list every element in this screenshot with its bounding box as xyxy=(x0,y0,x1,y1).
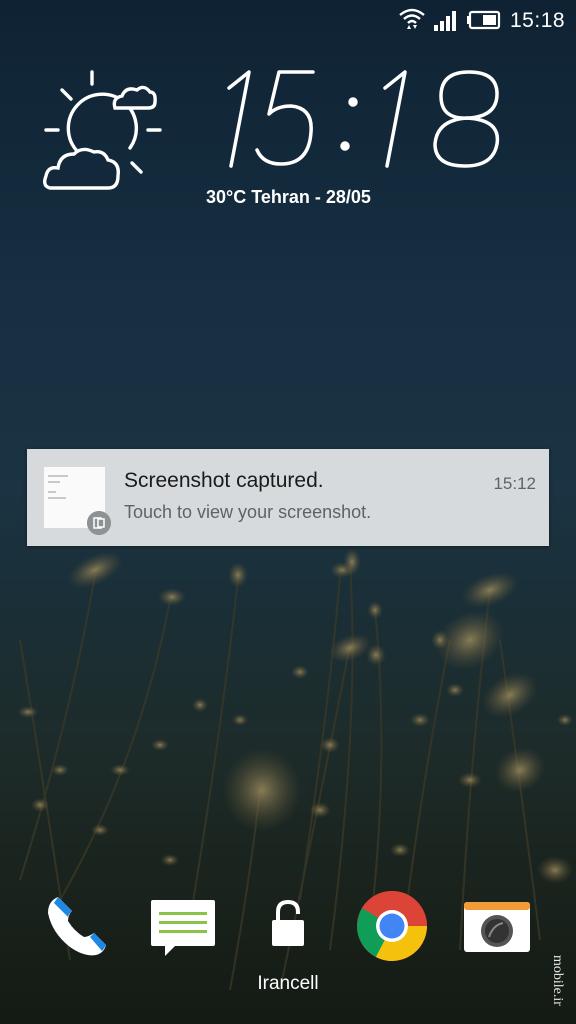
watermark: mobile.ir xyxy=(550,955,565,1006)
unlock-icon[interactable] xyxy=(270,900,306,950)
screenshot-notification[interactable]: Screenshot captured. Touch to view your … xyxy=(27,449,549,546)
notification-time: 15:12 xyxy=(493,474,536,493)
signal-icon xyxy=(434,11,456,31)
status-bar-time: 15:18 xyxy=(510,9,566,32)
screenshot-app-icon xyxy=(87,511,111,535)
camera-icon[interactable] xyxy=(463,901,531,953)
carrier-label: Irancell xyxy=(257,973,319,994)
battery-icon xyxy=(467,10,501,30)
partly-cloudy-icon xyxy=(42,70,162,190)
lock-clock xyxy=(227,70,500,168)
messages-icon[interactable] xyxy=(149,898,217,960)
notification-body: Touch to view your screenshot. xyxy=(124,502,372,522)
chrome-icon[interactable] xyxy=(356,890,428,962)
status-bar: 15:18 xyxy=(0,0,576,42)
notification-title: Screenshot captured. xyxy=(124,469,324,492)
weather-info: 30°C Tehran - 28/05 xyxy=(206,187,371,207)
wifi-icon xyxy=(399,8,425,29)
lock-screen: 15:18 30°C Tehran - 28/05 Screenshot cap… xyxy=(0,0,576,1024)
phone-icon[interactable] xyxy=(44,893,112,961)
